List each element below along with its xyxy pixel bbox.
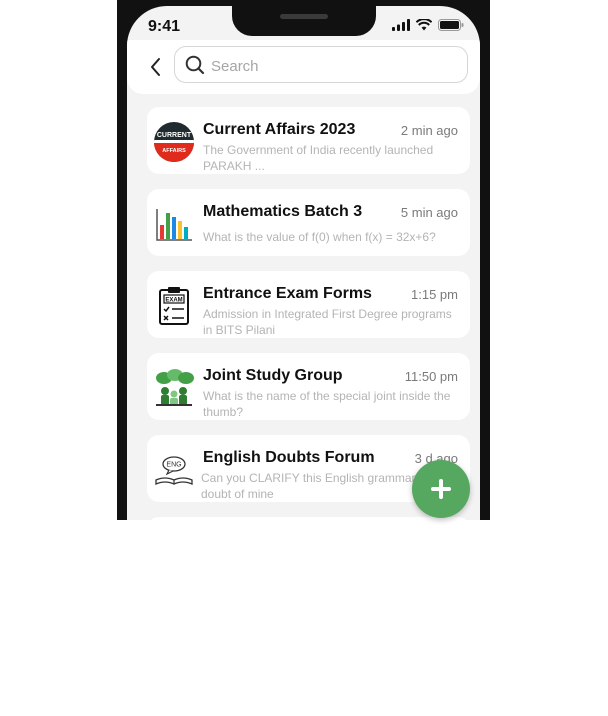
search-icon: [185, 55, 205, 75]
signal-icon: [392, 19, 410, 31]
notch: [232, 6, 376, 36]
exam-clipboard-icon: EXAM: [159, 287, 189, 325]
bar-chart-icon: [156, 209, 192, 241]
logo-text-affairs: AFFAIRS: [162, 148, 186, 154]
study-group-icon: [156, 369, 194, 406]
chat-title: Entrance Exam Forms: [203, 285, 372, 302]
chat-time: 2 min ago: [400, 123, 458, 138]
logo-text-current: CURRENT: [157, 132, 192, 139]
chat-item-joint-study[interactable]: Joint Study Group 11:50 pm What is the n…: [147, 353, 470, 420]
chat-item-mathematics[interactable]: Mathematics Batch 3 5 min ago What is th…: [147, 189, 470, 256]
back-arrow-icon[interactable]: [147, 56, 165, 78]
chat-preview: What is the value of f(0) when f(x) = 32…: [203, 230, 436, 244]
chat-preview: Can you CLARIFY this English grammar dou…: [201, 471, 416, 501]
chat-item-partial[interactable]: [147, 517, 470, 520]
search-bar[interactable]: [174, 46, 468, 83]
phone-screen: 9:41 Search CURRENT AFFAIRS Current Affa…: [127, 6, 480, 520]
chat-item-current-affairs[interactable]: CURRENT AFFAIRS Current Affairs 2023 2 m…: [147, 107, 470, 174]
speaker: [280, 14, 328, 19]
exam-logo-text: EXAM: [165, 298, 182, 304]
chat-time: 5 min ago: [400, 205, 458, 220]
chat-time: 1:15 pm: [411, 287, 458, 302]
chat-time: 11:50 pm: [404, 369, 458, 384]
current-affairs-logo-icon: CURRENT AFFAIRS: [154, 122, 194, 162]
new-chat-button[interactable]: [412, 460, 470, 518]
search-input[interactable]: [209, 54, 453, 78]
chat-preview: The Government of India recently launche…: [203, 143, 434, 173]
chat-title: Joint Study Group: [203, 367, 343, 384]
chat-preview: Admission in Integrated First Degree pro…: [203, 307, 452, 337]
chat-preview: What is the name of the special joint in…: [203, 389, 451, 419]
system-icons: [392, 19, 464, 31]
chat-title: Mathematics Batch 3: [203, 203, 363, 220]
chat-title: English Doubts Forum: [203, 449, 375, 466]
battery-icon: [438, 19, 464, 31]
eng-book-icon: ENG: [155, 456, 193, 485]
chat-title: Current Affairs 2023: [203, 121, 356, 138]
eng-logo-text: ENG: [166, 462, 181, 469]
wifi-icon: [416, 19, 432, 31]
plus-icon-vertical: [439, 479, 443, 499]
search-header: [127, 40, 480, 94]
chat-item-entrance-exam[interactable]: EXAM Entrance Exam Forms 1:15 pm Admissi…: [147, 271, 470, 338]
status-time: 9:41: [148, 18, 181, 35]
